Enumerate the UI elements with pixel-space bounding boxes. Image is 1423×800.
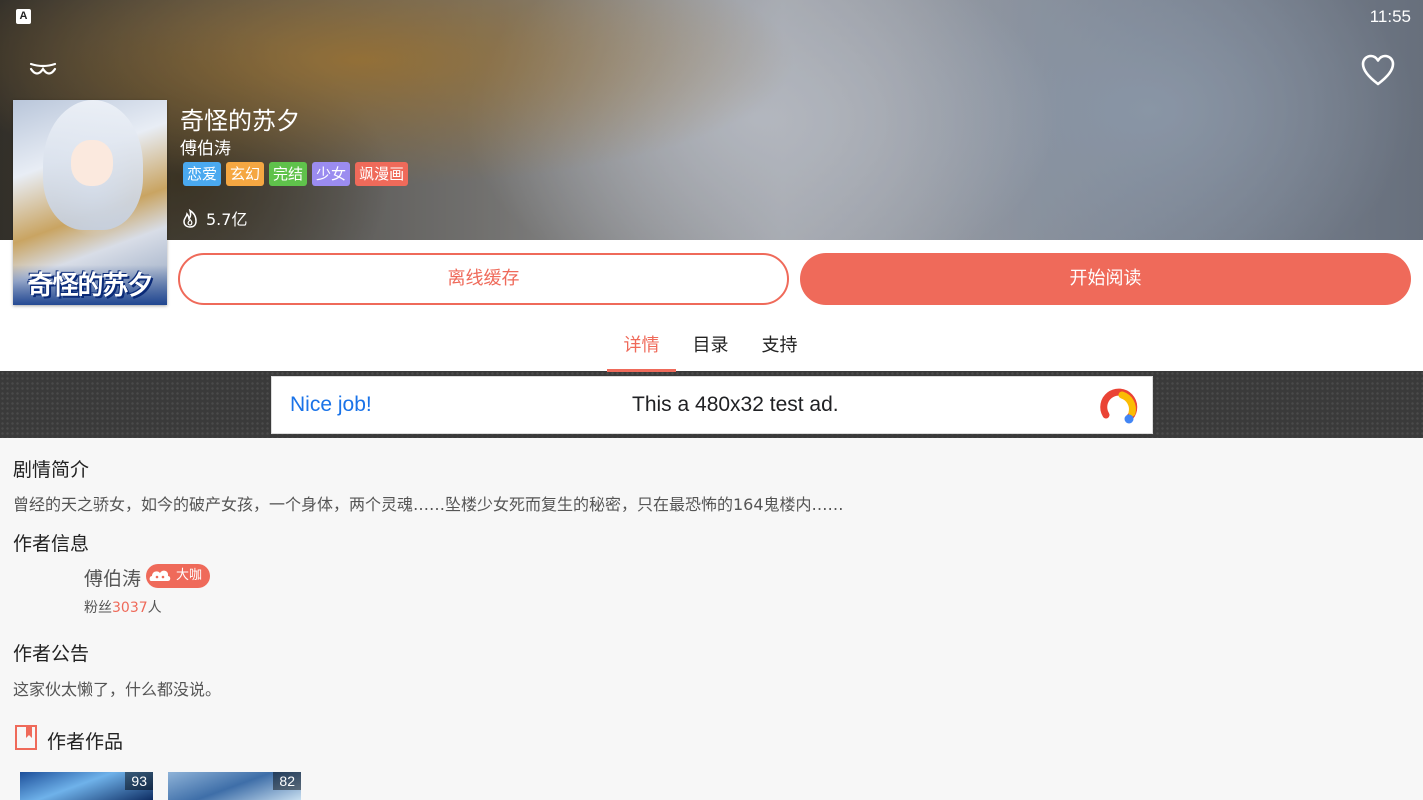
ad-text: This a 480x32 test ad.: [632, 393, 839, 416]
back-button[interactable]: [26, 56, 60, 84]
author-fans: 粉丝3037人: [84, 597, 162, 617]
start-reading-button[interactable]: 开始阅读: [800, 253, 1411, 305]
author-name[interactable]: 傅伯涛: [84, 564, 141, 591]
fans-suffix: 人: [147, 600, 162, 616]
work-thumbnail[interactable]: 93: [20, 772, 153, 800]
favorite-button[interactable]: [1360, 54, 1396, 88]
author-badge-label: 大咖: [176, 568, 203, 583]
tag-list: 恋爱 玄幻 完结 少女 飒漫画: [183, 162, 409, 186]
author-badge: 大咖: [146, 564, 211, 588]
tab-catalog[interactable]: 目录: [676, 328, 745, 372]
book-title: 奇怪的苏夕: [180, 107, 300, 135]
offline-cache-button[interactable]: 离线缓存: [178, 253, 789, 305]
work-score: 82: [273, 772, 301, 790]
genre-tag[interactable]: 少女: [312, 162, 351, 186]
genre-tag[interactable]: 玄幻: [226, 162, 265, 186]
book-author[interactable]: 傅伯涛: [180, 134, 231, 159]
popularity-value: 5.7亿: [206, 210, 248, 229]
author-works-title: 作者作品: [47, 731, 124, 753]
test-ad-banner[interactable]: Nice job! This a 480x32 test ad.: [271, 376, 1153, 434]
genre-tag[interactable]: 恋爱: [183, 162, 222, 186]
tab-details[interactable]: 详情: [607, 328, 676, 372]
status-time: 11:55: [1369, 7, 1411, 26]
book-icon: [15, 725, 37, 750]
synopsis-title: 剧情简介: [13, 459, 90, 481]
cover-art-face: [71, 140, 113, 186]
fans-prefix: 粉丝: [84, 600, 112, 616]
ad-headline: Nice job!: [290, 393, 372, 416]
ad-logo-icon: [1100, 388, 1138, 424]
cover-title-logo: 奇怪的苏夕: [13, 265, 167, 305]
heart-icon: [1361, 54, 1395, 86]
work-thumbnail[interactable]: 82: [168, 772, 301, 800]
genre-tag[interactable]: 飒漫画: [355, 162, 409, 186]
back-icon: [29, 62, 57, 75]
author-notice-text: 这家伙太懒了，什么都没说。: [13, 680, 222, 699]
tab-bar: 详情 目录 支持: [607, 328, 814, 372]
genre-tag[interactable]: 完结: [269, 162, 308, 186]
work-score: 93: [125, 772, 153, 790]
app-notification-icon: A: [16, 9, 31, 24]
fans-count: 3037: [112, 600, 148, 616]
status-bar: A 11:55: [0, 0, 1423, 32]
book-cover[interactable]: 奇怪的苏夕: [13, 100, 167, 305]
cloud-icon: [149, 570, 171, 581]
popularity: 5.7亿: [182, 206, 247, 230]
author-notice-title: 作者公告: [13, 643, 90, 665]
fire-icon: [183, 208, 197, 228]
tab-support[interactable]: 支持: [745, 328, 814, 372]
synopsis-text: 曾经的天之骄女，如今的破产女孩，一个身体，两个灵魂……坠楼少女死而复生的秘密，只…: [13, 495, 844, 514]
author-info-title: 作者信息: [13, 533, 90, 555]
